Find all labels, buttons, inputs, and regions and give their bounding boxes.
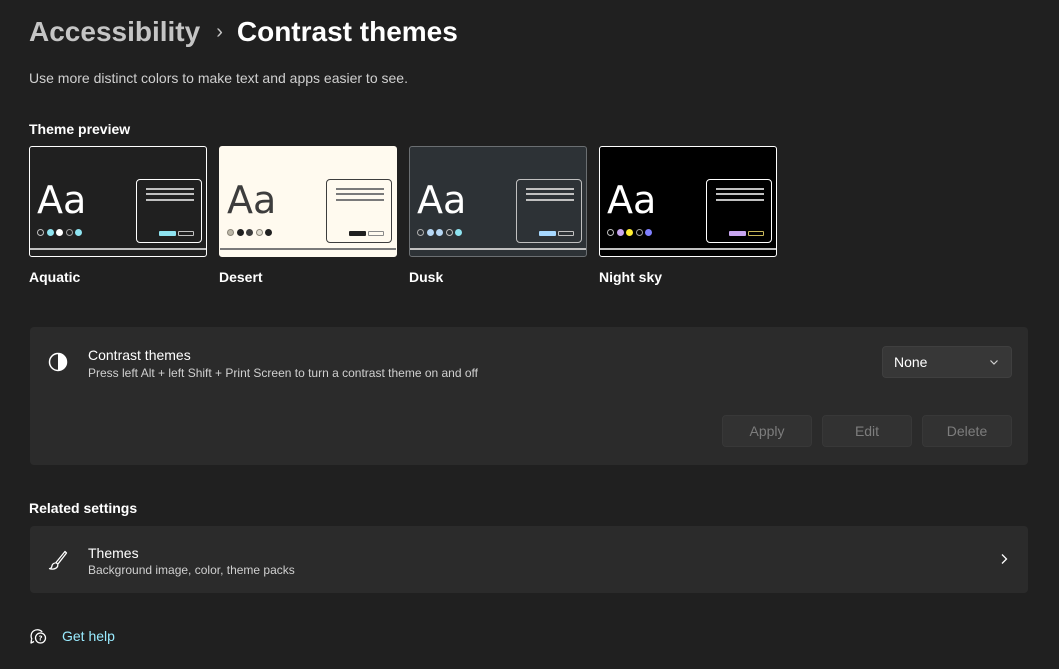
brush-icon [48,550,68,570]
preview-window-line [716,188,764,190]
preview-window-line [336,193,384,195]
preview-window-line [716,199,764,201]
preview-window-primary-button [729,231,746,236]
preview-sample-text: Aa [227,178,277,222]
preview-window-secondary-button [368,231,384,236]
preview-window-line [336,199,384,201]
preview-taskbar [410,248,586,250]
delete-button[interactable]: Delete [922,415,1012,447]
breadcrumb: Accessibility › Contrast themes [29,14,458,50]
preview-taskbar [220,248,396,250]
contrast-themes-title: Contrast themes [88,347,191,363]
page-title: Contrast themes [236,16,458,47]
themes-setting-row[interactable]: Themes Background image, color, theme pa… [30,526,1028,593]
preview-sample-text: Aa [37,178,87,222]
preview-window-line [146,188,194,190]
theme-name-label: Desert [219,269,263,285]
preview-window [136,179,202,243]
preview-window [516,179,582,243]
contrast-themes-subtitle: Press left Alt + left Shift + Print Scre… [88,366,478,380]
preview-color-dot [265,229,272,236]
preview-color-dot [75,229,82,236]
svg-text:?: ? [38,634,42,642]
theme-preview-thumbnail[interactable]: Aa [599,146,777,257]
preview-color-dot [46,229,54,236]
theme-preview-thumbnail[interactable]: Aa [219,146,397,257]
get-help-link[interactable]: Get help [62,628,115,644]
preview-color-dot [445,229,453,236]
preview-color-dot [436,229,443,236]
preview-color-dots [607,229,652,236]
preview-taskbar [600,248,776,250]
preview-color-dot [37,229,44,236]
preview-window-line [336,188,384,190]
preview-color-dot [255,229,263,236]
page-description: Use more distinct colors to make text an… [29,70,408,86]
preview-color-dot [246,229,253,236]
preview-window-secondary-button [558,231,574,236]
theme-preview-list: Aa Aquatic Aa Desert Aa Dusk Aa Night sky [29,146,777,285]
preview-window-primary-button [349,231,366,236]
preview-window-line [526,193,574,195]
preview-sample-text: Aa [417,178,467,222]
chevron-down-icon [990,360,998,365]
preview-color-dot [236,229,244,236]
contrast-theme-dropdown[interactable]: None [882,346,1012,378]
apply-button[interactable]: Apply [722,415,812,447]
breadcrumb-separator: › [216,20,223,43]
preview-window-line [526,188,574,190]
theme-preview-thumbnail[interactable]: Aa [29,146,207,257]
contrast-themes-panel: Contrast themes Press left Alt + left Sh… [30,327,1028,465]
preview-color-dot [607,229,614,236]
themes-setting-subtitle: Background image, color, theme packs [88,563,295,577]
preview-color-dots [227,229,272,236]
preview-color-dot [645,229,652,236]
preview-sample-text: Aa [607,178,657,222]
theme-preview-heading: Theme preview [29,121,131,137]
theme-name-label: Aquatic [29,269,81,285]
preview-window-secondary-button [178,231,194,236]
preview-window-secondary-button [748,231,764,236]
preview-window-line [716,193,764,195]
settings-page: Accessibility › Contrast themes Use more… [0,0,1059,669]
preview-color-dot [626,229,633,236]
preview-color-dot [56,229,63,236]
preview-window [326,179,392,243]
preview-window-line [146,199,194,201]
chevron-right-icon [1001,554,1008,564]
dropdown-selected-value: None [894,354,928,370]
preview-taskbar [30,248,206,250]
preview-color-dot [227,229,234,236]
help-icon: ? [30,629,47,644]
themes-setting-title: Themes [88,545,139,561]
breadcrumb-accessibility[interactable]: Accessibility [29,16,200,48]
preview-window [706,179,772,243]
preview-color-dot [616,229,624,236]
preview-color-dot [635,229,643,236]
preview-window-line [146,193,194,195]
preview-color-dot [455,229,462,236]
theme-name-label: Dusk [409,269,444,285]
preview-color-dot [426,229,434,236]
preview-window-primary-button [539,231,556,236]
contrast-icon [48,352,68,372]
get-help[interactable]: ? Get help [29,627,115,645]
preview-color-dot [65,229,73,236]
preview-window-line [526,199,574,201]
edit-button[interactable]: Edit [822,415,912,447]
preview-color-dots [37,229,82,236]
theme-card-night-sky[interactable]: Aa Night sky [599,146,777,285]
preview-color-dots [417,229,462,236]
theme-card-desert[interactable]: Aa Desert [219,146,397,285]
preview-window-primary-button [159,231,176,236]
theme-card-aquatic[interactable]: Aa Aquatic [29,146,207,285]
theme-preview-thumbnail[interactable]: Aa [409,146,587,257]
theme-card-dusk[interactable]: Aa Dusk [409,146,587,285]
related-settings-heading: Related settings [29,500,138,516]
preview-color-dot [417,229,424,236]
theme-name-label: Night sky [599,269,663,285]
